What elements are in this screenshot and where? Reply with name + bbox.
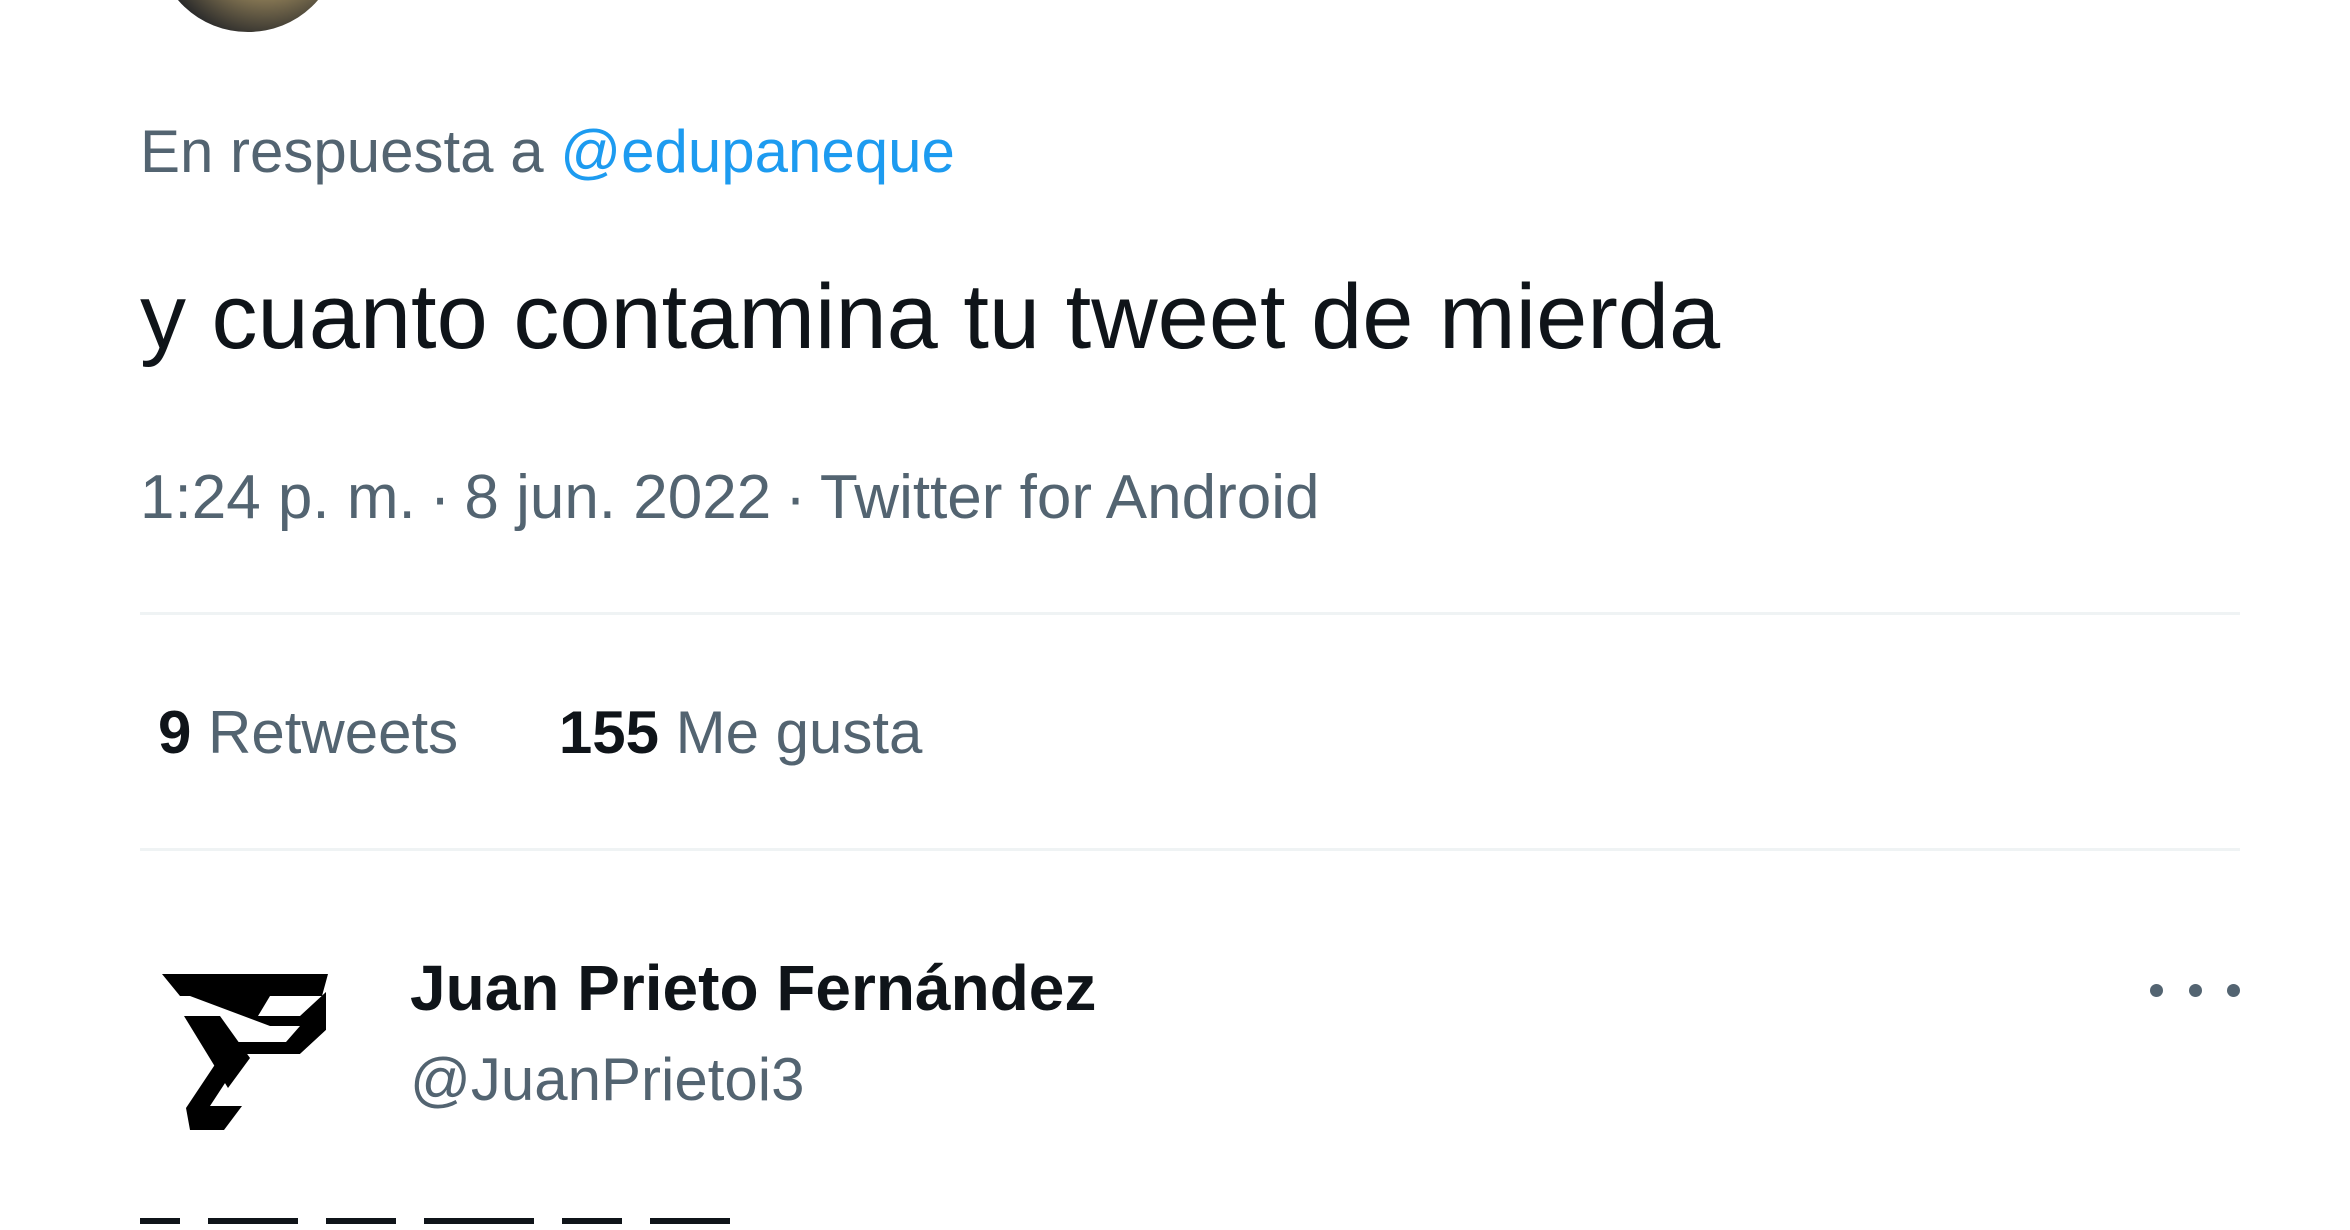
tweet-date[interactable]: 8 jun. 2022 <box>464 463 771 532</box>
more-options-button[interactable] <box>2150 960 2240 1020</box>
meta-separator: · <box>429 463 451 532</box>
reply-context: En respuesta a @edupaneque <box>140 112 955 192</box>
tweet-meta: 1:24 p. m. · 8 jun. 2022 · Twitter for Andro… <box>140 458 1320 538</box>
reply-mention-link[interactable]: @edupaneque <box>560 118 955 185</box>
next-tweet-text-stub <box>140 1218 940 1230</box>
more-horizontal-icon <box>2188 983 2202 997</box>
tweet-stats: 9 Retweets 155 Me gusta <box>158 693 1006 773</box>
tweet-source: Twitter for Android <box>819 463 1320 532</box>
jp-logo-icon <box>162 974 328 1130</box>
tweet-time[interactable]: 1:24 p. m. <box>140 463 416 532</box>
previous-author-avatar[interactable] <box>158 0 338 32</box>
reply-prefix: En respuesta a <box>140 118 544 185</box>
divider <box>140 848 2240 851</box>
more-horizontal-icon <box>2150 983 2163 997</box>
retweets-label: Retweets <box>208 699 459 766</box>
tweet-text: y cuanto contamina tu tweet de mierda <box>140 266 1721 368</box>
meta-separator: · <box>785 463 806 532</box>
author-handle[interactable]: @JuanPrietoi3 <box>410 1040 804 1120</box>
likes-stat[interactable]: 155 Me gusta <box>559 693 923 773</box>
author-name[interactable]: Juan Prieto Fernández <box>410 948 1096 1028</box>
author-avatar[interactable] <box>150 930 350 1130</box>
likes-count: 155 <box>558 699 659 766</box>
retweets-count: 9 <box>158 699 192 766</box>
likes-label: Me gusta <box>675 699 923 766</box>
retweets-stat[interactable]: 9 Retweets <box>158 693 458 773</box>
more-horizontal-icon <box>2227 983 2240 997</box>
previous-author-handle-stub <box>410 0 690 2</box>
divider <box>140 612 2240 615</box>
